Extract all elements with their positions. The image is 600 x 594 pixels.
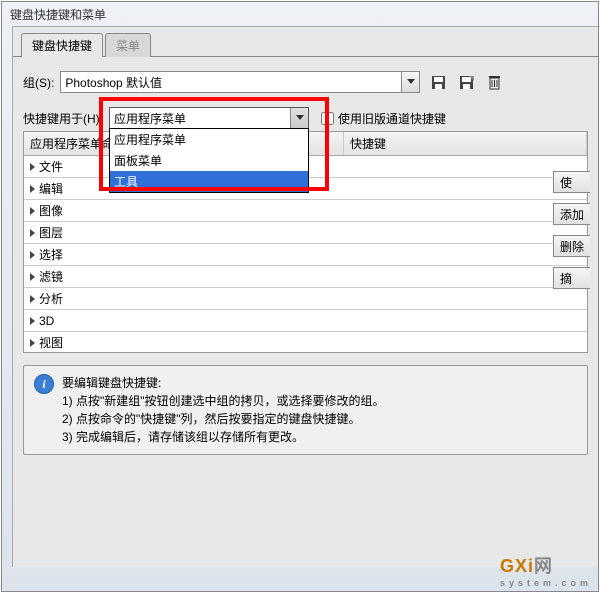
save-as-icon[interactable] — [456, 72, 476, 92]
table-row[interactable]: 视图 — [24, 332, 587, 352]
dialog-window: 键盘快捷键和菜单 键盘快捷键 菜单 组(S): Photoshop 默认值 — [1, 1, 599, 592]
chevron-down-icon — [290, 108, 308, 128]
shortcuts-for-dropdown[interactable]: 应用程序菜单 面板菜单 工具 — [109, 128, 309, 193]
expand-icon — [30, 295, 35, 303]
delete-button[interactable]: 删除 — [553, 235, 590, 257]
shortcuts-for-combo-wrap: 应用程序菜单 应用程序菜单 面板菜单 工具 — [109, 107, 309, 129]
info-line: 2) 点按命令的"快捷键"列，然后按要指定的键盘快捷键。 — [62, 410, 385, 428]
shortcuts-for-label: 快捷键用于(H): — [23, 110, 103, 127]
set-combo-value: Photoshop 默认值 — [65, 74, 162, 91]
shortcuts-for-row: 快捷键用于(H): 应用程序菜单 应用程序菜单 面板菜单 工具 — [23, 107, 588, 129]
expand-icon — [30, 229, 35, 237]
table-row[interactable]: 图像 — [24, 200, 587, 222]
info-line: 1) 点按"新建组"按钮创建选中组的拷贝，或选择要修改的组。 — [62, 392, 385, 410]
table-row[interactable]: 选择 — [24, 244, 587, 266]
dropdown-option[interactable]: 面板菜单 — [110, 150, 308, 171]
expand-icon — [30, 317, 35, 325]
table-row[interactable]: 滤镜 — [24, 266, 587, 288]
tab-panel: 组(S): Photoshop 默认值 快捷键用于(H — [13, 56, 598, 465]
dialog-body: 键盘快捷键 菜单 组(S): Photoshop 默认值 — [12, 26, 598, 567]
info-icon: i — [34, 374, 54, 394]
table-row[interactable]: 分析 — [24, 288, 587, 310]
info-title: 要编辑键盘快捷键: — [62, 374, 385, 392]
chevron-down-icon — [401, 72, 419, 92]
table-row[interactable]: 3D — [24, 310, 587, 332]
expand-icon — [30, 251, 35, 259]
legacy-checkbox-label: 使用旧版通道快捷键 — [338, 110, 446, 127]
use-button[interactable]: 使 — [553, 171, 590, 193]
info-line: 3) 完成编辑后，请存储该组以存储所有更改。 — [62, 428, 385, 446]
tab-menus[interactable]: 菜单 — [105, 33, 151, 57]
expand-icon — [30, 163, 35, 171]
col-shortcut[interactable]: 快捷键 — [344, 132, 587, 155]
expand-icon — [30, 273, 35, 281]
set-combo[interactable]: Photoshop 默认值 — [60, 71, 420, 93]
tab-keyboard-shortcuts[interactable]: 键盘快捷键 — [21, 33, 103, 57]
save-icon[interactable] — [428, 72, 448, 92]
dropdown-option[interactable]: 应用程序菜单 — [110, 129, 308, 150]
tab-bar: 键盘快捷键 菜单 — [21, 33, 598, 57]
summary-button[interactable]: 摘 — [553, 267, 590, 289]
expand-icon — [30, 185, 35, 193]
watermark: GXi网 system.com — [500, 552, 592, 588]
trash-icon[interactable] — [484, 72, 504, 92]
info-box: i 要编辑键盘快捷键: 1) 点按"新建组"按钮创建选中组的拷贝，或选择要修改的… — [23, 365, 588, 455]
expand-icon — [30, 207, 35, 215]
add-button[interactable]: 添加 — [553, 203, 590, 225]
legacy-checkbox[interactable]: 使用旧版通道快捷键 — [321, 110, 446, 127]
shortcuts-for-value: 应用程序菜单 — [114, 110, 186, 127]
window-title: 键盘快捷键和菜单 — [2, 2, 598, 26]
expand-icon — [30, 339, 35, 347]
set-row: 组(S): Photoshop 默认值 — [23, 71, 588, 93]
dropdown-option-selected[interactable]: 工具 — [110, 171, 308, 192]
shortcuts-for-combo[interactable]: 应用程序菜单 — [109, 107, 309, 129]
table-row[interactable]: 图层 — [24, 222, 587, 244]
legacy-checkbox-input[interactable] — [321, 112, 334, 125]
set-label: 组(S): — [23, 74, 54, 91]
side-buttons: 使 添加 删除 摘 — [553, 171, 590, 289]
info-text: 要编辑键盘快捷键: 1) 点按"新建组"按钮创建选中组的拷贝，或选择要修改的组。… — [62, 374, 385, 446]
